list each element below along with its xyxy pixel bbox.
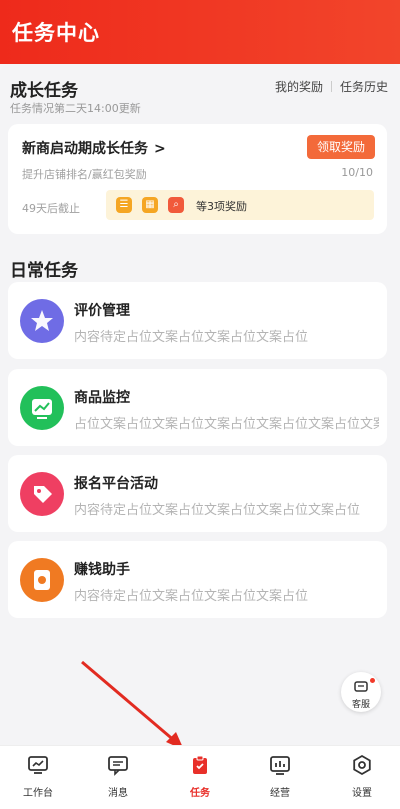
reward-summary[interactable]: ☰ ▦ ⌕ 等3项奖励: [106, 190, 374, 220]
growth-task-desc: 提升店铺排名/赢红包奖励: [22, 168, 147, 181]
customer-service-button[interactable]: 客服: [341, 672, 381, 712]
task-card-assistant[interactable]: 赚钱助手 内容待定占位文案占位文案占位文案占位: [8, 541, 387, 618]
task-title: 赚钱助手: [74, 562, 130, 578]
grid-icon: ▦: [142, 197, 158, 213]
growth-task-title[interactable]: 新商启动期成长任务 >: [22, 138, 166, 158]
tab-label: 经营: [270, 788, 290, 799]
clipboard-icon: [193, 755, 207, 774]
growth-links: 我的奖励 任务历史: [275, 78, 388, 95]
task-title: 评价管理: [74, 303, 130, 319]
customer-service-label: 客服: [351, 700, 370, 710]
tab-label: 设置: [352, 788, 372, 799]
trend-chart-icon: [20, 386, 64, 430]
growth-task-title-text: 新商启动期成长任务: [22, 141, 148, 157]
task-card-activity[interactable]: 报名平台活动 内容待定占位文案占位文案占位文案占位文案占位: [8, 455, 387, 532]
my-rewards-link[interactable]: 我的奖励: [275, 78, 323, 95]
task-desc: 内容待定占位文案占位文案占位文案占位: [74, 589, 309, 604]
tab-messages[interactable]: 消息: [88, 754, 148, 799]
task-title: 报名平台活动: [74, 476, 158, 492]
growth-task-card[interactable]: 新商启动期成长任务 > 领取奖励 提升店铺排名/赢红包奖励 10/10 49天后截…: [8, 124, 387, 234]
tab-tasks[interactable]: 任务: [170, 754, 230, 799]
task-card-review[interactable]: 评价管理 内容待定占位文案占位文案占位文案占位: [8, 282, 387, 359]
header-bar: 任务中心: [0, 0, 400, 64]
task-desc: 内容待定占位文案占位文案占位文案占位文案占位: [74, 503, 361, 518]
chart-icon: [270, 756, 290, 775]
monitor-icon: [28, 756, 48, 774]
growth-section-subtitle: 任务情况第二天14:00更新: [10, 102, 141, 115]
task-desc: 内容待定占位文案占位文案占位文案占位: [74, 330, 309, 345]
coin-bag-icon: [20, 558, 64, 602]
search-icon: ⌕: [168, 197, 184, 213]
growth-task-deadline: 49天后截止: [22, 202, 80, 215]
star-icon: [20, 299, 64, 343]
daily-section-title: 日常任务: [10, 261, 78, 281]
page-title: 任务中心: [12, 21, 100, 45]
bottom-tab-bar: 工作台 消息 任务 经营 设置: [0, 745, 400, 809]
chat-icon: [354, 681, 368, 692]
claim-reward-button[interactable]: 领取奖励: [307, 135, 375, 159]
task-card-monitor[interactable]: 商品监控 占位文案占位文案占位文案占位文案占位文案占位文案: [8, 369, 387, 446]
tab-workbench[interactable]: 工作台: [8, 754, 68, 799]
task-desc: 占位文案占位文案占位文案占位文案占位文案占位文案: [74, 417, 379, 432]
tab-settings[interactable]: 设置: [332, 754, 392, 799]
link-divider: [330, 81, 332, 92]
task-title: 商品监控: [74, 390, 130, 406]
tab-label: 消息: [108, 788, 128, 799]
growth-task-progress: 10/10: [341, 166, 373, 179]
list-icon: ☰: [116, 197, 132, 213]
message-icon: [108, 756, 128, 776]
growth-section-title: 成长任务: [10, 81, 78, 101]
task-history-link[interactable]: 任务历史: [340, 78, 388, 95]
reward-summary-text: 等3项奖励: [196, 200, 247, 213]
notification-dot: [370, 678, 375, 683]
tab-label: 工作台: [23, 788, 53, 799]
chevron-right-icon: >: [154, 141, 166, 157]
tab-label: 任务: [190, 788, 210, 799]
gear-icon: [353, 754, 371, 776]
tab-business[interactable]: 经营: [250, 754, 310, 799]
tag-icon: [20, 472, 64, 516]
